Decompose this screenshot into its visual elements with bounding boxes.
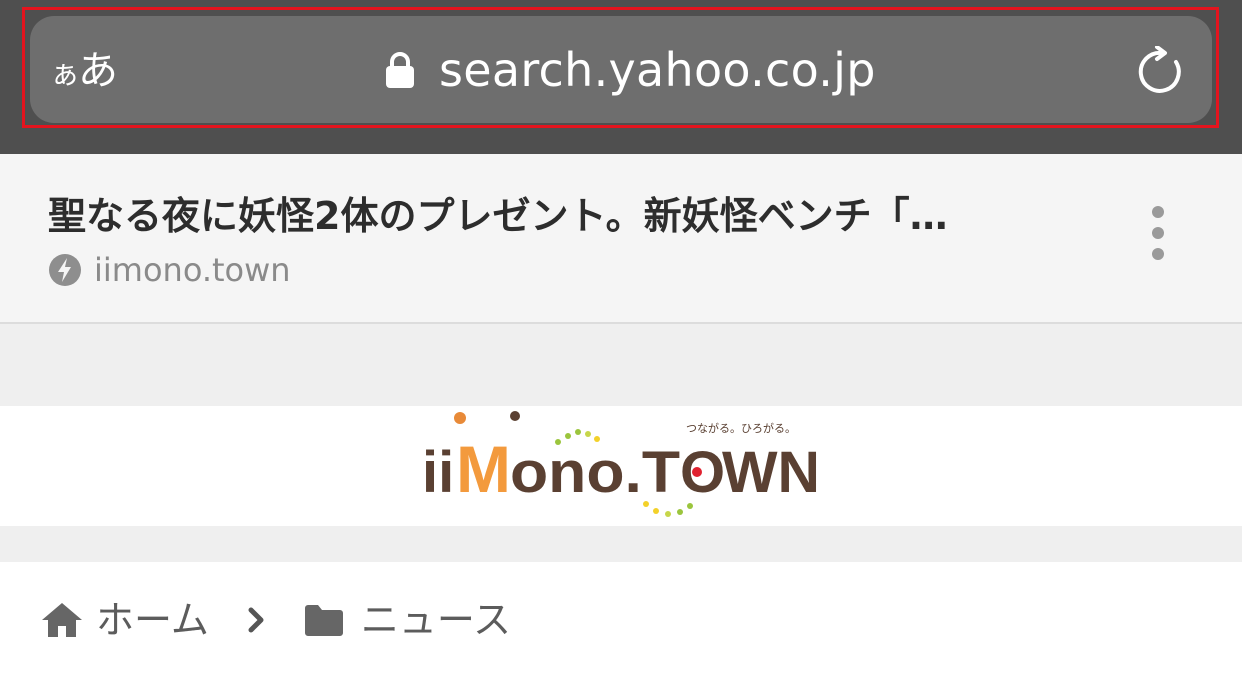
breadcrumb-home[interactable]: ホーム (96, 592, 209, 648)
logo-wn: WN (722, 440, 820, 505)
browser-toolbar: ぁあ search.yahoo.co.jp (0, 0, 1242, 154)
page-spacer-2 (0, 526, 1242, 562)
chevron-right-icon (248, 607, 264, 633)
site-logo[interactable]: ii M ono.T O WN つながる。ひろがる。 (418, 406, 828, 526)
amp-source[interactable]: iimono.town (48, 250, 291, 290)
address-bar-highlight (22, 7, 1219, 128)
logo-ono-t: ono.T (510, 440, 680, 505)
breadcrumb-news[interactable]: ニュース (361, 592, 511, 648)
page-spacer (0, 324, 1242, 406)
home-icon (42, 603, 82, 637)
logo-m: M (456, 432, 511, 506)
lightning-icon (49, 254, 81, 286)
logo-o: O (680, 440, 725, 505)
logo-ii: ii (422, 440, 454, 505)
more-vertical-icon[interactable] (1145, 202, 1171, 266)
amp-article-title[interactable]: 聖なる夜に妖怪2体のプレゼント。新妖怪ベンチ「… (48, 190, 1058, 242)
amp-source-domain: iimono.town (94, 251, 291, 289)
logo-tagline: つながる。ひろがる。 (686, 421, 796, 435)
breadcrumb: ホーム ニュース (40, 592, 511, 648)
amp-header[interactable]: 聖なる夜に妖怪2体のプレゼント。新妖怪ベンチ「… iimono.town (0, 154, 1242, 324)
folder-icon (304, 605, 343, 636)
